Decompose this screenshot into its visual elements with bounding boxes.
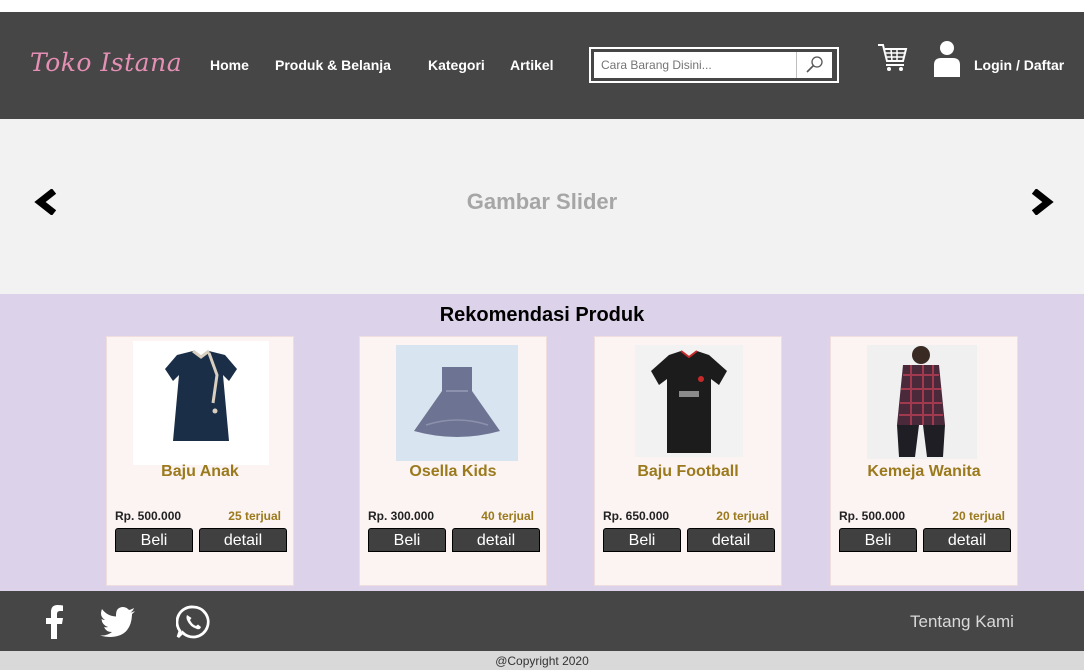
- about-us-link[interactable]: Tentang Kami: [910, 612, 1014, 632]
- buy-button[interactable]: Beli: [603, 528, 681, 552]
- buy-button[interactable]: Beli: [368, 528, 446, 552]
- product-card[interactable]: Baju Anak Rp. 500.000 25 terjual Beli de…: [106, 336, 294, 586]
- login-register-link[interactable]: Login / Daftar: [974, 57, 1064, 73]
- copyright-bar: @Copyright 2020: [0, 651, 1084, 670]
- slider-placeholder-text: Gambar Slider: [466, 189, 618, 214]
- product-sold-count: 20 terjual: [952, 509, 1005, 523]
- product-card[interactable]: Baju Football Rp. 650.000 20 terjual Bel…: [594, 336, 782, 586]
- product-name[interactable]: Baju Anak: [107, 463, 293, 481]
- facebook-icon[interactable]: [44, 605, 64, 639]
- product-price: Rp. 300.000: [368, 509, 435, 523]
- detail-button[interactable]: detail: [687, 528, 775, 552]
- brand-logo[interactable]: Toko Istana: [30, 48, 182, 77]
- product-image[interactable]: [867, 345, 977, 459]
- product-photo-baju-anak: [133, 341, 269, 465]
- top-strip: [0, 0, 1084, 12]
- buy-button[interactable]: Beli: [839, 528, 917, 552]
- product-image[interactable]: [396, 345, 518, 461]
- product-name[interactable]: Kemeja Wanita: [831, 463, 1017, 481]
- nav-kategori[interactable]: Kategori: [428, 57, 485, 73]
- whatsapp-icon[interactable]: [176, 605, 210, 639]
- nav-home[interactable]: Home: [210, 57, 249, 73]
- product-image[interactable]: [133, 341, 269, 465]
- recommendations-title: Rekomendasi Produk: [439, 304, 645, 326]
- product-card[interactable]: Kemeja Wanita Rp. 500.000 20 terjual Bel…: [830, 336, 1018, 586]
- footer: Tentang Kami: [0, 591, 1084, 651]
- detail-button[interactable]: detail: [452, 528, 540, 552]
- slider-next-arrow-icon[interactable]: [1030, 189, 1054, 215]
- product-photo-osella-kids: [396, 345, 518, 461]
- buy-button[interactable]: Beli: [115, 528, 193, 552]
- nav-produk-belanja[interactable]: Produk & Belanja: [275, 57, 391, 73]
- product-card[interactable]: Osella Kids Rp. 300.000 40 terjual Beli …: [359, 336, 547, 586]
- product-photo-kemeja-wanita: [867, 345, 977, 459]
- product-photo-baju-football: [635, 345, 743, 457]
- detail-button[interactable]: detail: [923, 528, 1011, 552]
- product-price: Rp. 650.000: [603, 509, 670, 523]
- cart-icon[interactable]: [876, 42, 908, 72]
- twitter-icon[interactable]: [100, 607, 136, 637]
- user-icon[interactable]: [932, 40, 962, 78]
- search-button[interactable]: [796, 52, 832, 78]
- product-price: Rp. 500.000: [115, 509, 182, 523]
- nav-artikel[interactable]: Artikel: [510, 57, 554, 73]
- product-price: Rp. 500.000: [839, 509, 906, 523]
- product-name[interactable]: Baju Football: [595, 463, 781, 481]
- search-icon: [806, 56, 823, 73]
- image-slider: Gambar Slider: [0, 119, 1084, 294]
- product-recommendations: Rekomendasi Produk Baju Anak Rp. 500.000…: [0, 294, 1084, 591]
- product-image[interactable]: [635, 345, 743, 457]
- product-sold-count: 40 terjual: [481, 509, 534, 523]
- product-name[interactable]: Osella Kids: [360, 463, 546, 481]
- product-sold-count: 20 terjual: [716, 509, 769, 523]
- detail-button[interactable]: detail: [199, 528, 287, 552]
- navbar: Toko Istana Home Produk & Belanja Katego…: [0, 12, 1084, 119]
- search-input[interactable]: [594, 52, 796, 78]
- product-sold-count: 25 terjual: [228, 509, 281, 523]
- search-box: [589, 47, 839, 83]
- copyright-text: @Copyright 2020: [495, 654, 589, 668]
